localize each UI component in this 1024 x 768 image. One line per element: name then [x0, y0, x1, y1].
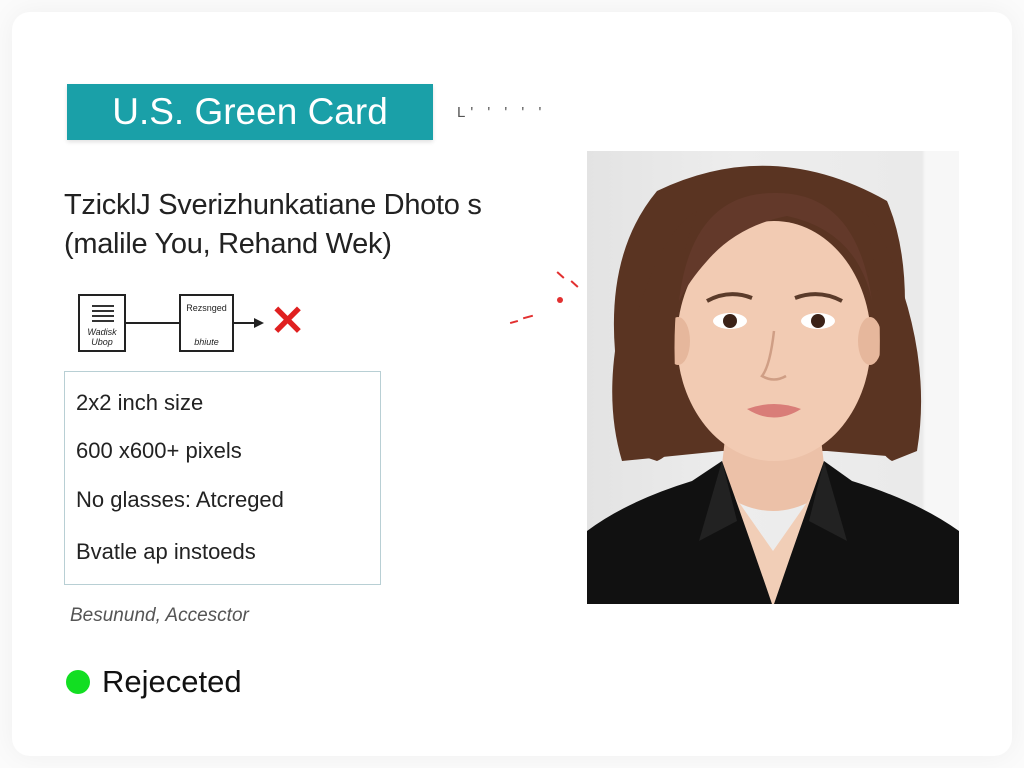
banner-faint-text: L' ' ' ' '	[457, 104, 547, 121]
headline-line-1: TzicklJ Sverizhunkatiane Dhoto s	[64, 189, 482, 221]
annotation-dot	[557, 297, 563, 303]
flow-box-process: Rezsnged bhiute	[179, 294, 234, 352]
status-dot-icon	[66, 670, 90, 694]
page-headline: TzicklJ Sverizhunkatiane Dhoto s (malile…	[64, 186, 482, 264]
requirement-size: 2x2 inch size	[76, 390, 204, 415]
flow-arrow-line	[234, 322, 254, 324]
portrait-photo	[587, 151, 959, 604]
flow-box-process-title: Rezsnged	[186, 303, 227, 313]
flow-box-process-label: bhiute	[194, 337, 219, 347]
status-label: Rejeceted	[102, 664, 242, 699]
process-flow-diagram: Wadisk Ubop Rezsnged bhiute ✕	[78, 294, 328, 358]
portrait-illustration	[587, 165, 959, 604]
flow-box-source: Wadisk Ubop	[78, 294, 126, 352]
requirement-glasses: No glasses: Atcreged	[76, 487, 284, 512]
flow-box-source-label: Wadisk Ubop	[87, 327, 117, 347]
document-stack-icon	[92, 305, 114, 325]
requirements-box: 2x2 inch size 600 x600+ pixels No glasse…	[64, 371, 381, 585]
caption-text: Besunund, Accesctor	[70, 605, 249, 626]
flow-connector-line	[126, 322, 179, 324]
requirement-extra: Bvatle ap instoeds	[76, 539, 256, 564]
requirement-pixels: 600 x600+ pixels	[76, 438, 242, 463]
close-icon: ✕	[270, 297, 306, 344]
arrow-right-icon	[254, 318, 264, 328]
green-card-banner: U.S. Green Card	[67, 84, 433, 140]
headline-line-2: (malile You, Rehand Wek)	[64, 228, 392, 260]
